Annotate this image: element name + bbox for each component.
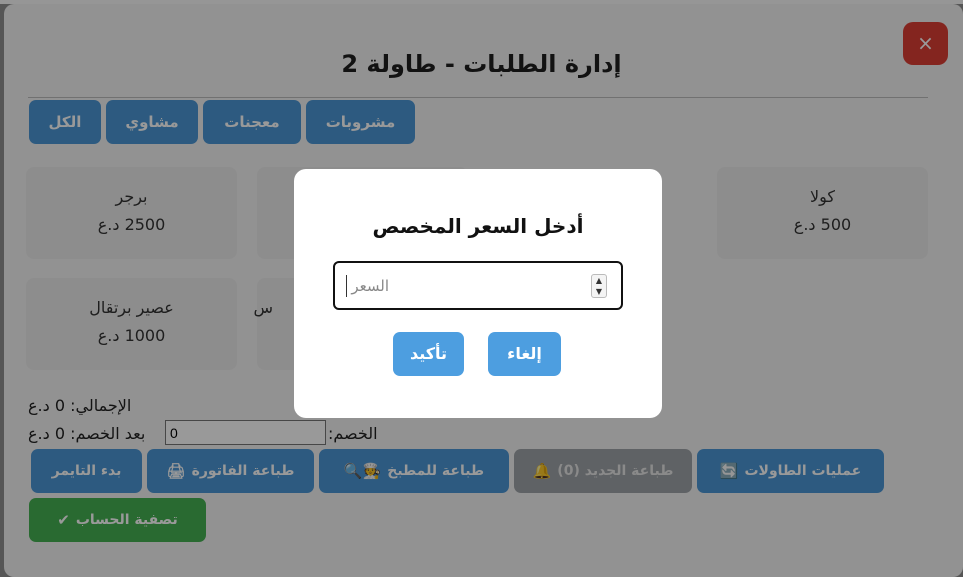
dialog-title: أدخل السعر المخصص [372,214,584,238]
text-caret [346,275,347,297]
price-input[interactable]: السعر ▲ ▼ [333,261,623,310]
price-input-placeholder: السعر [351,277,389,295]
cancel-button[interactable]: إلغاء [488,332,561,376]
number-spinner[interactable]: ▲ ▼ [591,274,607,298]
confirm-button[interactable]: تأكيد [393,332,464,376]
custom-price-dialog: أدخل السعر المخصص السعر ▲ ▼ إلغاء تأكيد [294,169,662,418]
